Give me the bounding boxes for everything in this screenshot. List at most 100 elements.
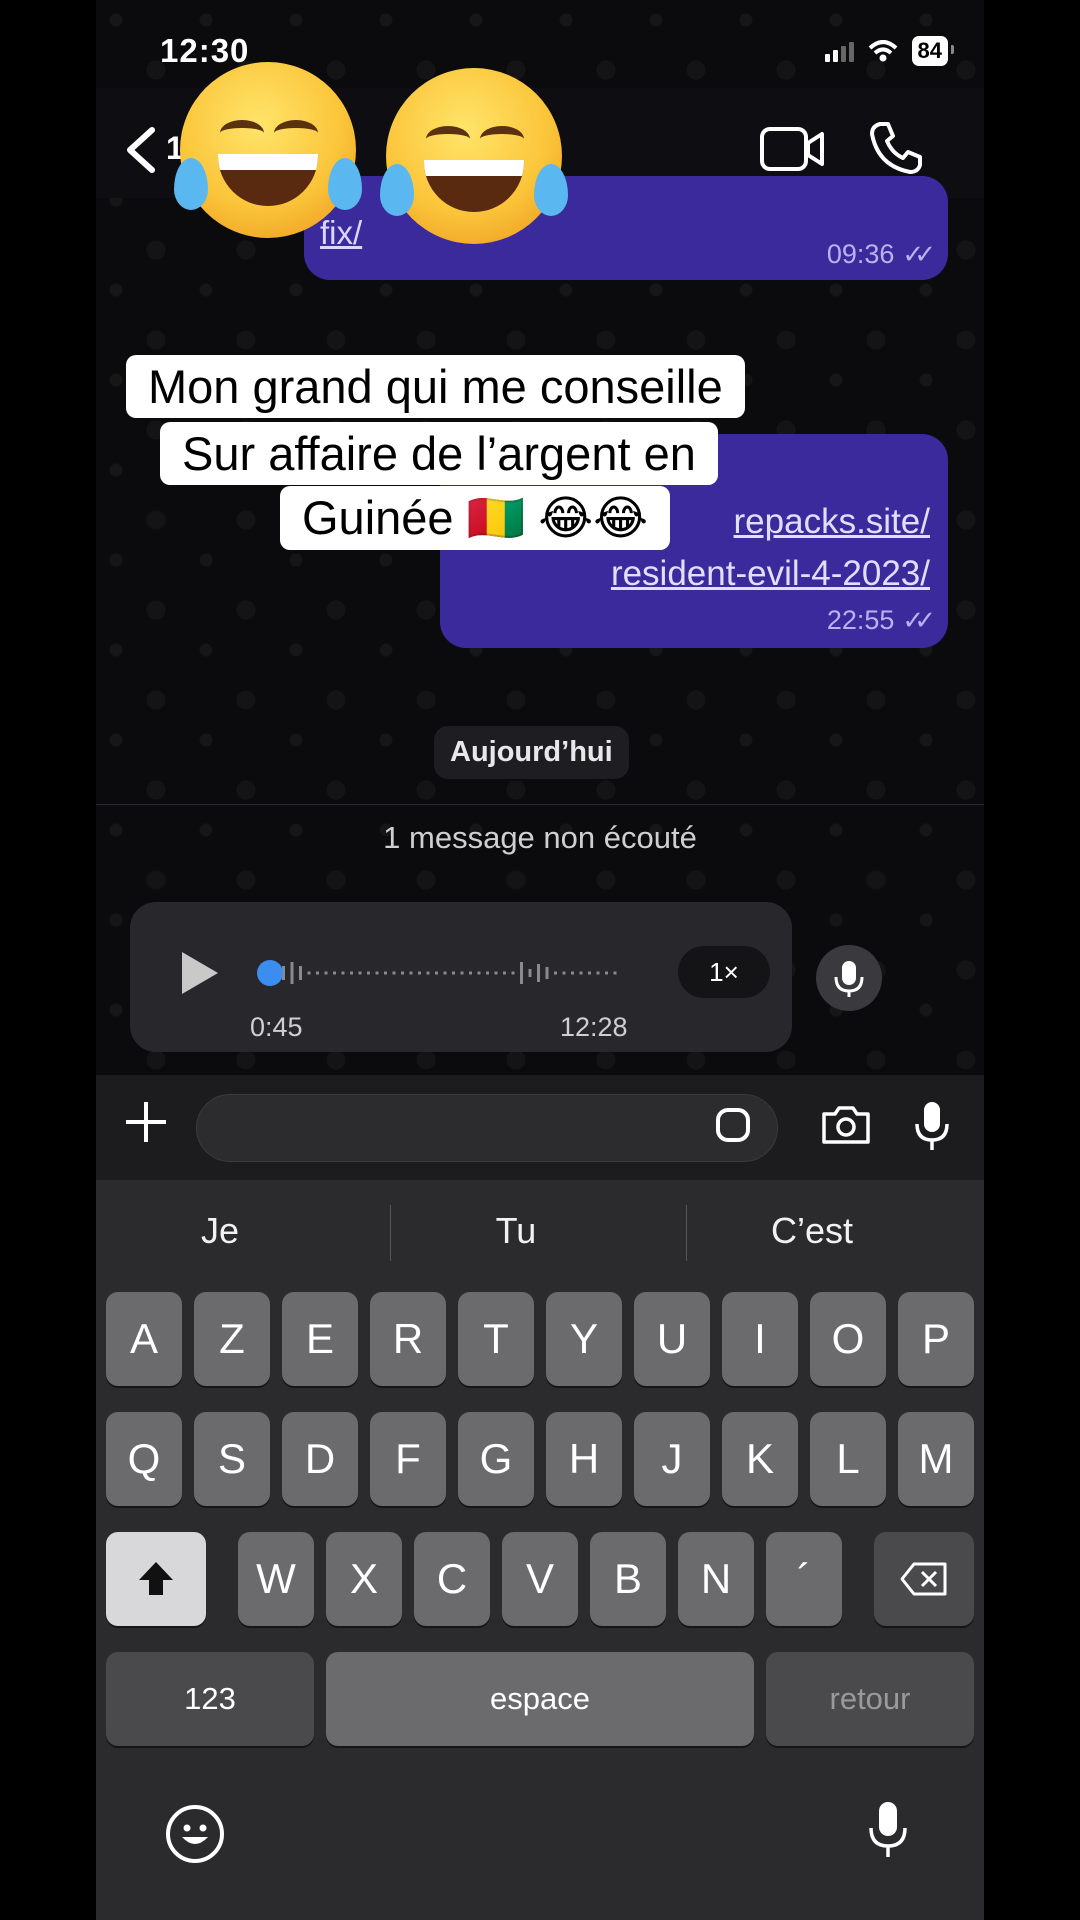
play-icon[interactable] <box>182 952 218 994</box>
divider <box>96 804 984 805</box>
caption-line: Guinée 🇬🇳 😂😂 <box>280 486 671 550</box>
battery-indicator: 84 <box>911 36 955 66</box>
tears-of-joy-icon <box>380 68 568 244</box>
waveform-bar <box>367 971 370 975</box>
unread-banner: 1 message non écouté <box>383 820 697 855</box>
key[interactable]: Z <box>194 1292 270 1386</box>
numbers-key[interactable]: 123 <box>106 1652 314 1746</box>
key[interactable]: T <box>458 1292 534 1386</box>
playback-speed-button[interactable]: 1× <box>678 946 770 998</box>
smiley-icon <box>182 1824 208 1844</box>
microphone-icon[interactable] <box>912 1100 952 1152</box>
waveform-bar <box>562 971 566 975</box>
waveform-bar <box>486 971 489 975</box>
video-call-button[interactable] <box>760 126 826 172</box>
read-receipt-icon: ✓✓ <box>902 239 935 269</box>
key[interactable]: H <box>546 1412 622 1506</box>
attach-plus-button[interactable] <box>122 1096 170 1156</box>
message-time: 09:36 ✓✓ <box>827 239 936 270</box>
suggestion[interactable]: Tu <box>396 1210 636 1252</box>
key[interactable]: J <box>634 1412 710 1506</box>
waveform-bar <box>545 967 549 979</box>
waveform-bar <box>290 962 294 984</box>
key[interactable]: X <box>326 1532 402 1626</box>
voice-duration: 0:45 <box>250 1012 303 1042</box>
waveform-bar <box>537 964 540 982</box>
key[interactable]: V <box>502 1532 578 1626</box>
message-time: 22:55 ✓✓ <box>827 605 936 636</box>
key[interactable]: N <box>678 1532 754 1626</box>
key[interactable]: M <box>898 1412 974 1506</box>
shift-key[interactable] <box>106 1532 206 1626</box>
phone-screen: 12:30 84 1 fix/ 09:36 ✓✓ repacks.site/ re… <box>96 0 984 1920</box>
key[interactable]: G <box>458 1412 534 1506</box>
key[interactable]: A <box>106 1292 182 1386</box>
key[interactable]: C <box>414 1532 490 1626</box>
key[interactable]: I <box>722 1292 798 1386</box>
key[interactable]: Y <box>546 1292 622 1386</box>
divider <box>686 1205 687 1261</box>
waveform-bar <box>358 971 362 975</box>
playback-scrubber[interactable] <box>257 960 283 986</box>
plus-icon <box>126 1102 166 1142</box>
waveform-bar <box>401 971 404 975</box>
key[interactable]: O <box>810 1292 886 1386</box>
waveform-bar <box>443 971 447 975</box>
voice-mic-icon <box>816 945 882 1011</box>
key[interactable]: ´ <box>766 1532 842 1626</box>
status-time: 12:30 <box>160 32 250 69</box>
waveform-bar <box>426 971 430 975</box>
camera-icon[interactable] <box>820 1104 872 1146</box>
tears-of-joy-icon <box>174 62 362 238</box>
suggestion[interactable]: Je <box>100 1210 340 1252</box>
key[interactable]: K <box>722 1412 798 1506</box>
delete-key[interactable] <box>874 1532 974 1626</box>
key[interactable]: L <box>810 1412 886 1506</box>
waveform-bar <box>460 971 464 975</box>
status-icons: 84 <box>824 36 955 66</box>
message-link[interactable]: fix/ <box>320 214 362 252</box>
waveform-bar <box>350 971 353 975</box>
voice-waveform[interactable] <box>282 958 632 988</box>
signal-icon <box>824 40 854 62</box>
waveform-bar <box>571 971 574 975</box>
waveform-bar <box>341 971 345 975</box>
waveform-bar <box>418 971 421 975</box>
back-button[interactable] <box>122 126 162 174</box>
divider <box>390 1205 391 1261</box>
sticker-icon[interactable] <box>716 1108 750 1142</box>
waveform-bar <box>384 971 387 975</box>
key[interactable]: W <box>238 1532 314 1626</box>
waveform-bar <box>477 971 481 975</box>
suggestion[interactable]: C’est <box>692 1210 932 1252</box>
waveform-bar <box>494 971 498 975</box>
waveform-bar <box>435 971 438 975</box>
dictation-icon[interactable] <box>866 1800 910 1860</box>
waveform-bar <box>605 971 608 975</box>
waveform-bar <box>503 971 506 975</box>
key[interactable]: S <box>194 1412 270 1506</box>
key[interactable]: D <box>282 1412 358 1506</box>
caption-line: Sur affaire de l’argent en <box>160 422 718 485</box>
key[interactable]: R <box>370 1292 446 1386</box>
key[interactable]: Q <box>106 1412 182 1506</box>
waveform-bar <box>452 971 455 975</box>
key[interactable]: E <box>282 1292 358 1386</box>
waveform-bar <box>588 971 591 975</box>
waveform-bar <box>392 971 396 975</box>
key[interactable]: B <box>590 1532 666 1626</box>
space-key[interactable]: espace <box>326 1652 754 1746</box>
key[interactable]: F <box>370 1412 446 1506</box>
waveform-bar <box>579 971 583 975</box>
waveform-bar <box>333 971 336 975</box>
emoji-keyboard-button[interactable] <box>166 1805 224 1863</box>
key[interactable]: U <box>634 1292 710 1386</box>
wifi-icon <box>868 40 897 62</box>
waveform-bar <box>307 971 311 975</box>
waveform-bar <box>409 971 413 975</box>
return-key[interactable]: retour <box>766 1652 974 1746</box>
key[interactable]: P <box>898 1292 974 1386</box>
waveform-bar <box>324 971 328 975</box>
phone-call-button[interactable] <box>868 120 924 176</box>
message-input[interactable] <box>196 1094 778 1162</box>
